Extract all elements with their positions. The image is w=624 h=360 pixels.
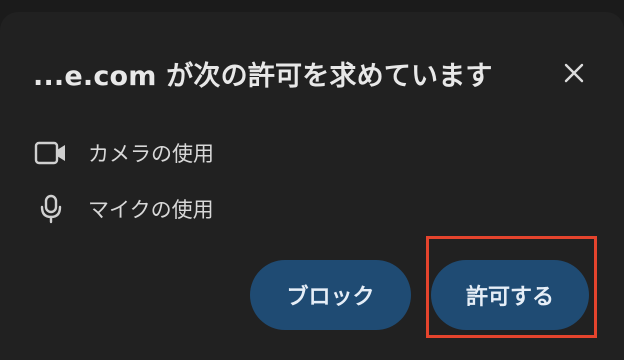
- close-button[interactable]: [558, 57, 590, 89]
- close-icon: [564, 63, 584, 83]
- permission-camera-label: カメラの使用: [88, 142, 214, 166]
- video-camera-icon: [34, 138, 68, 168]
- allow-button[interactable]: 許可する: [431, 260, 589, 330]
- permission-microphone-label: マイクの使用: [88, 198, 214, 222]
- dialog-title: ...e.com が次の許可を求めています: [33, 61, 493, 92]
- permission-dialog: ...e.com が次の許可を求めています カメラの使用 マイクの使用 ブロック…: [0, 12, 624, 360]
- block-button[interactable]: ブロック: [250, 260, 411, 330]
- permission-microphone: マイクの使用: [34, 193, 214, 225]
- microphone-icon: [34, 194, 68, 224]
- permission-camera: カメラの使用: [34, 137, 214, 169]
